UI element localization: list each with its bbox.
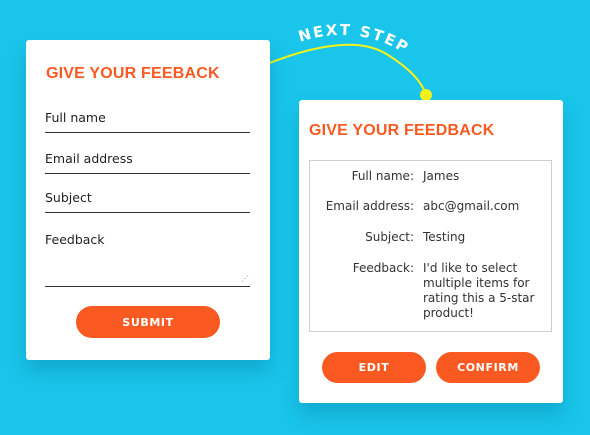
email-label: Email address [45, 151, 133, 166]
submit-button[interactable]: SUBMIT [76, 306, 220, 338]
review-value: James [423, 169, 460, 183]
edit-button[interactable]: EDIT [322, 352, 426, 383]
subject-field[interactable]: Subject [45, 190, 250, 213]
review-summary-box: Full name: James Email address: abc@gmai… [309, 160, 552, 332]
review-title: GIVE YOUR FEEDBACK [309, 122, 495, 139]
review-label: Full name: [351, 169, 414, 183]
feedback-form-card: GIVE YOUR FEEBACK Full name Email addres… [26, 40, 270, 360]
confirm-button[interactable]: CONFIRM [436, 352, 540, 383]
subject-label: Subject [45, 190, 92, 205]
full-name-field[interactable]: Full name [45, 110, 250, 133]
full-name-label: Full name [45, 110, 106, 125]
review-label: Subject: [365, 230, 414, 244]
review-value: abc@gmail.com [423, 199, 520, 213]
feedback-textarea[interactable]: Feedback ⋰ [45, 232, 250, 287]
feedback-label: Feedback [45, 232, 105, 247]
review-label: Feedback: [352, 261, 414, 275]
email-field[interactable]: Email address [45, 150, 250, 174]
review-value: Testing [423, 230, 466, 244]
next-step-label: NEXT STEP [296, 21, 412, 58]
review-card: GIVE YOUR FEEDBACK Full name: James Emai… [299, 100, 563, 403]
form-title: GIVE YOUR FEEBACK [46, 65, 220, 82]
review-label: Email address: [325, 199, 414, 213]
resize-handle-icon[interactable]: ⋰ [241, 275, 249, 283]
review-value: I'd like to select multiple items for ra… [423, 261, 535, 320]
